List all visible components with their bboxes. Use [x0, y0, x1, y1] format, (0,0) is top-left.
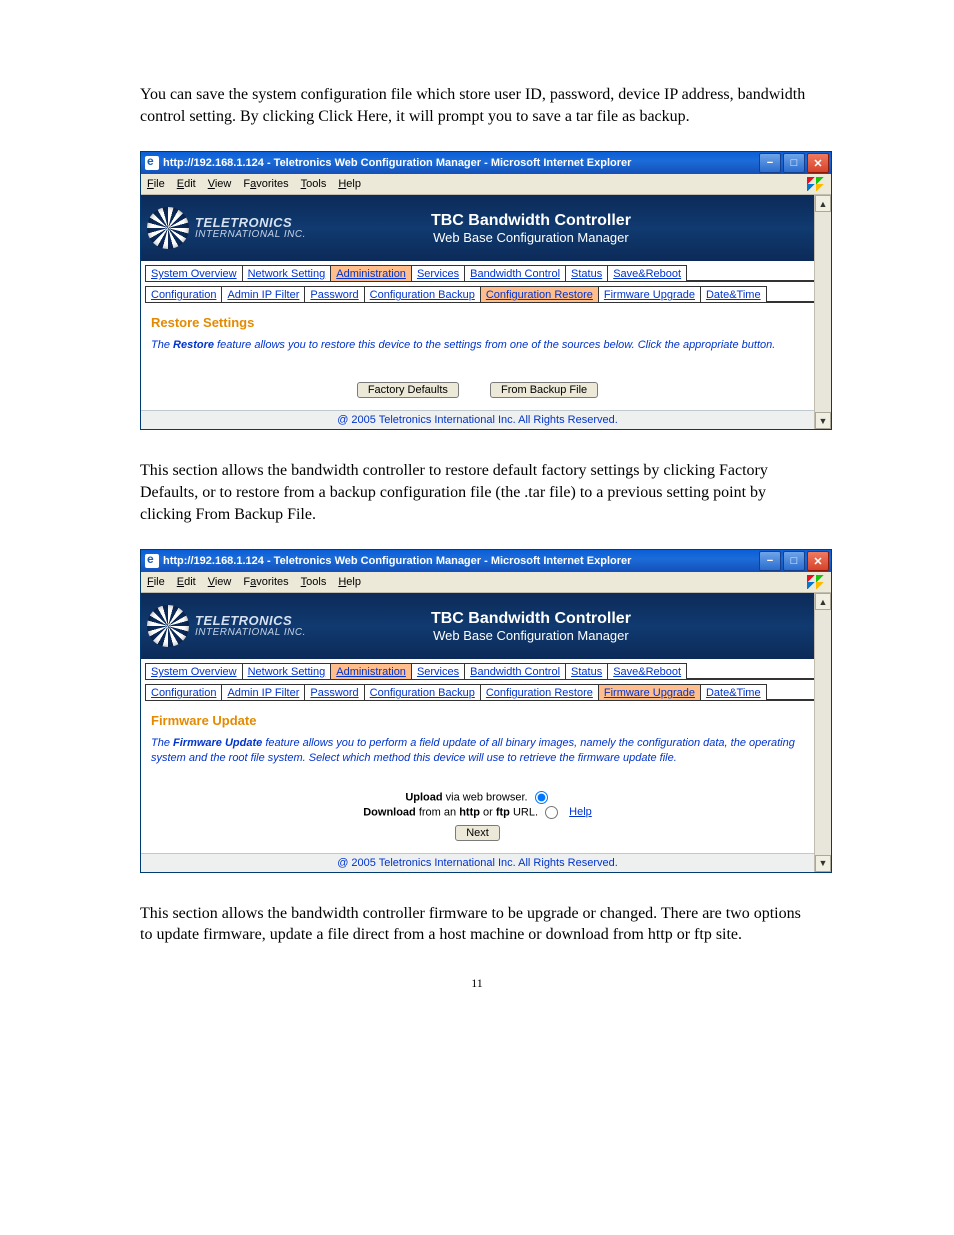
- tab-system-overview[interactable]: System Overview: [145, 265, 243, 281]
- maximize-button[interactable]: □: [783, 153, 805, 173]
- subtab-password[interactable]: Password: [304, 286, 364, 302]
- banner-heading-2: Web Base Configuration Manager: [431, 230, 631, 245]
- menu-help[interactable]: Help: [338, 576, 361, 588]
- windows-flag-icon: [807, 177, 825, 191]
- page-number: 11: [140, 976, 814, 991]
- menu-file[interactable]: File: [147, 178, 165, 190]
- menubar: File Edit View Favorites Tools Help: [141, 174, 831, 195]
- tab-system-overview[interactable]: System Overview: [145, 663, 243, 679]
- logo-text-2: INTERNATIONAL INC.: [195, 628, 306, 639]
- intro-paragraph-2: This section allows the bandwidth contro…: [140, 460, 814, 525]
- tab-administration[interactable]: Administration: [330, 265, 412, 281]
- logo-globe-icon: [147, 605, 189, 647]
- tab-bandwidth-control[interactable]: Bandwidth Control: [464, 265, 566, 281]
- section-title-firmware: Firmware Update: [151, 713, 804, 728]
- close-button[interactable]: ✕: [807, 551, 829, 571]
- banner: TELETRONICS INTERNATIONAL INC. TBC Bandw…: [141, 593, 814, 659]
- next-button[interactable]: Next: [455, 825, 500, 841]
- close-button[interactable]: ✕: [807, 153, 829, 173]
- window-titlebar: http://192.168.1.124 - Teletronics Web C…: [141, 550, 831, 572]
- window-title: http://192.168.1.124 - Teletronics Web C…: [163, 157, 631, 169]
- subtab-password[interactable]: Password: [304, 684, 364, 700]
- menu-edit[interactable]: Edit: [177, 178, 196, 190]
- download-option-row: Download from an http or ftp URL. Help: [151, 806, 804, 819]
- help-link[interactable]: Help: [569, 806, 592, 818]
- subtab-date-time[interactable]: Date&Time: [700, 684, 767, 700]
- download-radio[interactable]: [545, 806, 558, 819]
- tab-status[interactable]: Status: [565, 663, 608, 679]
- scrollbar[interactable]: ▲ ▼: [814, 593, 831, 872]
- tab-status[interactable]: Status: [565, 265, 608, 281]
- tab-administration[interactable]: Administration: [330, 663, 412, 679]
- logo-text-1: TELETRONICS: [195, 216, 306, 230]
- menu-tools[interactable]: Tools: [301, 178, 327, 190]
- banner-heading-1: TBC Bandwidth Controller: [431, 610, 631, 628]
- menu-favorites[interactable]: Favorites: [243, 178, 288, 190]
- tab-save-reboot[interactable]: Save&Reboot: [607, 663, 687, 679]
- tab-services[interactable]: Services: [411, 663, 465, 679]
- minimize-button[interactable]: −: [759, 153, 781, 173]
- tab-bandwidth-control[interactable]: Bandwidth Control: [464, 663, 566, 679]
- subtab-config-restore[interactable]: Configuration Restore: [480, 684, 599, 700]
- logo-text-1: TELETRONICS: [195, 614, 306, 628]
- upload-option-row: Upload via web browser.: [151, 791, 804, 804]
- tab-services[interactable]: Services: [411, 265, 465, 281]
- ie-icon: [145, 156, 159, 170]
- logo-globe-icon: [147, 207, 189, 249]
- subtab-admin-ip-filter[interactable]: Admin IP Filter: [221, 286, 305, 302]
- secondary-tabs: Configuration Admin IP Filter Password C…: [141, 680, 814, 700]
- menu-view[interactable]: View: [208, 178, 232, 190]
- subtab-configuration[interactable]: Configuration: [145, 684, 222, 700]
- subtab-config-backup[interactable]: Configuration Backup: [364, 286, 481, 302]
- from-backup-file-button[interactable]: From Backup File: [490, 382, 598, 398]
- tab-network-setting[interactable]: Network Setting: [242, 663, 332, 679]
- windows-flag-icon: [807, 575, 825, 589]
- subtab-firmware-upgrade[interactable]: Firmware Upgrade: [598, 684, 701, 700]
- tab-save-reboot[interactable]: Save&Reboot: [607, 265, 687, 281]
- tab-network-setting[interactable]: Network Setting: [242, 265, 332, 281]
- scroll-down-icon[interactable]: ▼: [815, 855, 831, 872]
- footer-copyright: @ 2005 Teletronics International Inc. Al…: [141, 853, 814, 872]
- secondary-tabs: Configuration Admin IP Filter Password C…: [141, 282, 814, 302]
- subtab-config-backup[interactable]: Configuration Backup: [364, 684, 481, 700]
- intro-paragraph-1: You can save the system configuration fi…: [140, 84, 814, 127]
- minimize-button[interactable]: −: [759, 551, 781, 571]
- banner: TELETRONICS INTERNATIONAL INC. TBC Bandw…: [141, 195, 814, 261]
- menu-view[interactable]: View: [208, 576, 232, 588]
- firmware-description: The Firmware Update feature allows you t…: [151, 736, 804, 765]
- menu-file[interactable]: File: [147, 576, 165, 588]
- menubar: File Edit View Favorites Tools Help: [141, 572, 831, 593]
- upload-radio[interactable]: [535, 791, 548, 804]
- screenshot-restore: http://192.168.1.124 - Teletronics Web C…: [140, 151, 832, 430]
- screenshot-firmware: http://192.168.1.124 - Teletronics Web C…: [140, 549, 832, 873]
- scroll-up-icon[interactable]: ▲: [815, 195, 831, 212]
- subtab-admin-ip-filter[interactable]: Admin IP Filter: [221, 684, 305, 700]
- menu-edit[interactable]: Edit: [177, 576, 196, 588]
- scroll-down-icon[interactable]: ▼: [815, 412, 831, 429]
- menu-favorites[interactable]: Favorites: [243, 576, 288, 588]
- primary-tabs: System Overview Network Setting Administ…: [141, 261, 814, 281]
- subtab-config-restore[interactable]: Configuration Restore: [480, 286, 599, 302]
- menu-help[interactable]: Help: [338, 178, 361, 190]
- restore-description: The Restore feature allows you to restor…: [151, 338, 804, 352]
- subtab-firmware-upgrade[interactable]: Firmware Upgrade: [598, 286, 701, 302]
- maximize-button[interactable]: □: [783, 551, 805, 571]
- subtab-date-time[interactable]: Date&Time: [700, 286, 767, 302]
- scroll-up-icon[interactable]: ▲: [815, 593, 831, 610]
- banner-heading-1: TBC Bandwidth Controller: [431, 212, 631, 230]
- footer-copyright: @ 2005 Teletronics International Inc. Al…: [141, 410, 814, 429]
- banner-heading-2: Web Base Configuration Manager: [431, 628, 631, 643]
- factory-defaults-button[interactable]: Factory Defaults: [357, 382, 459, 398]
- scrollbar[interactable]: ▲ ▼: [814, 195, 831, 429]
- intro-paragraph-3: This section allows the bandwidth contro…: [140, 903, 814, 946]
- window-titlebar: http://192.168.1.124 - Teletronics Web C…: [141, 152, 831, 174]
- section-title-restore: Restore Settings: [151, 315, 804, 330]
- subtab-configuration[interactable]: Configuration: [145, 286, 222, 302]
- primary-tabs: System Overview Network Setting Administ…: [141, 659, 814, 679]
- ie-icon: [145, 554, 159, 568]
- menu-tools[interactable]: Tools: [301, 576, 327, 588]
- logo-text-2: INTERNATIONAL INC.: [195, 230, 306, 241]
- window-title: http://192.168.1.124 - Teletronics Web C…: [163, 555, 631, 567]
